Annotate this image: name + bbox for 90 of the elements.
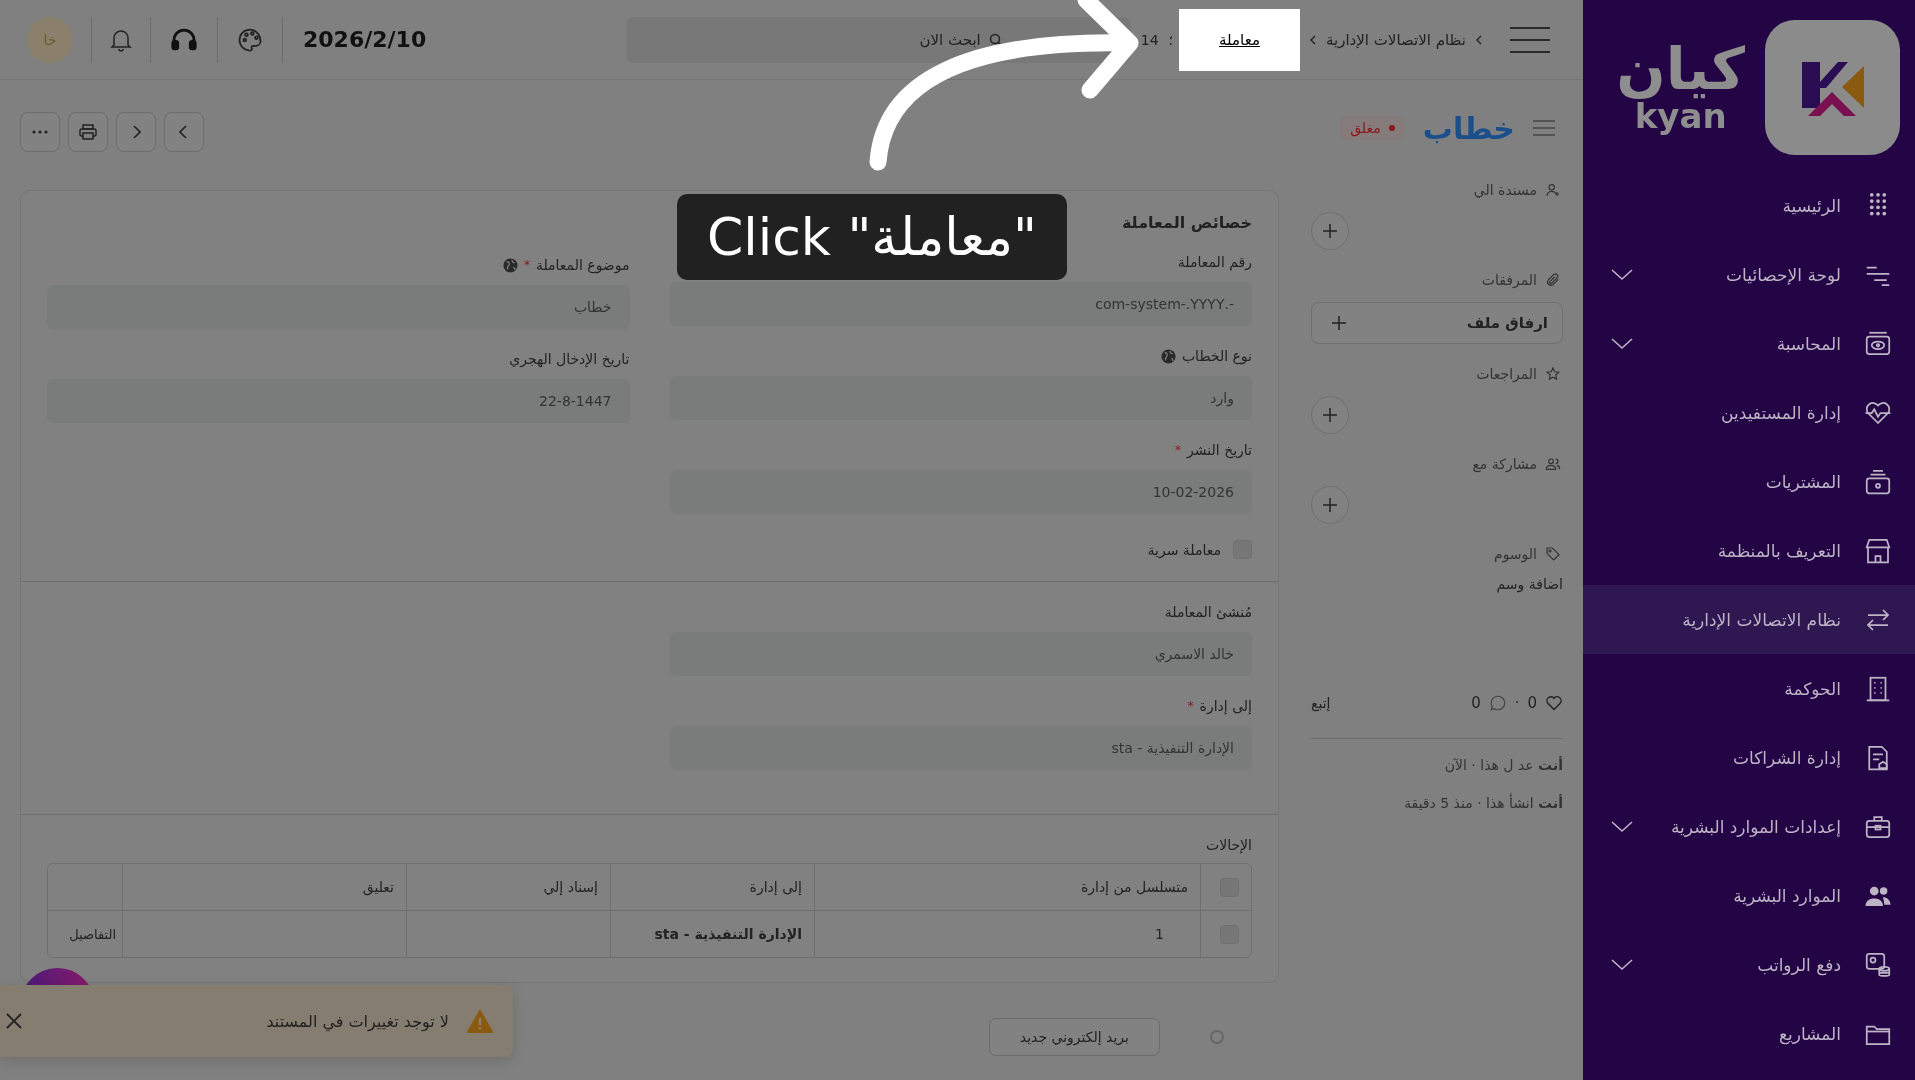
close-icon[interactable] (6, 1013, 22, 1029)
activity-entry: أنت عد ل هذا · الآن (1443, 757, 1563, 773)
paperclip-icon (1545, 272, 1561, 288)
separator-dot: · (1514, 694, 1520, 712)
sidebar-item[interactable]: نظام الاتصالات الإدارية (1583, 585, 1915, 654)
globe-icon (1160, 348, 1176, 364)
sidebar-item[interactable]: لوحة الإحصائيات (1583, 240, 1915, 309)
sidebar-item[interactable]: إدارة الشراكات (1583, 723, 1915, 792)
column-header: إلى إدارة (610, 864, 814, 910)
more-icon (32, 130, 48, 134)
sidebar-item[interactable]: إدارة المستفيدين (1583, 378, 1915, 447)
section-label: مشاركة مع (1472, 456, 1537, 472)
user-plus-icon (1545, 182, 1561, 198)
table-title: الإحالات (1205, 837, 1252, 853)
field-label: تاريخ الإدخال الهجري (509, 351, 630, 367)
field-label: تاريخ النشر (1187, 442, 1252, 458)
chevron-right-icon (131, 125, 141, 139)
chevron-left-icon (1476, 34, 1482, 45)
section-label: الوسوم (1493, 546, 1537, 562)
column-header: تعليق (122, 864, 406, 910)
timeline-dot (1210, 1030, 1224, 1044)
sidebar-item[interactable]: إعدادات الموارد البشرية (1583, 792, 1915, 861)
follow-link[interactable]: إتبع (1311, 695, 1331, 711)
required-mark: * (523, 258, 530, 272)
field-label: رقم المعاملة (1177, 254, 1252, 270)
add-button[interactable] (1311, 486, 1349, 524)
like-count: 0 (1527, 694, 1537, 712)
breadcrumb-separator: ؛ (1168, 31, 1174, 48)
plus-icon (1332, 316, 1346, 330)
sidebar-item[interactable]: دفع الرواتب (1583, 930, 1915, 999)
record-number: 14 (1140, 31, 1159, 48)
sidebar-item[interactable]: المشتريات (1583, 447, 1915, 516)
heart-icon[interactable] (1545, 695, 1563, 711)
toast-message: لا توجد تغييرات في المستند (266, 1011, 449, 1031)
new-email-button[interactable]: بريد إلكتروني جديد (988, 1018, 1160, 1056)
add-tag-link[interactable]: اضافة وسم (1496, 576, 1563, 592)
required-mark: * (1175, 443, 1182, 457)
bell-icon[interactable] (110, 27, 132, 52)
star-icon (1545, 366, 1561, 382)
plus-icon (1323, 224, 1337, 238)
logo-wordmark: كيان (1616, 39, 1745, 98)
next-button[interactable] (116, 112, 156, 152)
users-icon (1545, 456, 1561, 472)
attach-file-button[interactable]: ارفاق ملف (1311, 302, 1563, 344)
required-mark: * (1187, 699, 1194, 713)
sidebar-item[interactable]: التعريف بالمنظمة (1583, 516, 1915, 585)
date-text: 2026/2/10 (303, 27, 427, 52)
field-label: إلى إدارة (1199, 698, 1252, 714)
comment-icon[interactable] (1488, 694, 1507, 712)
sidebar-item[interactable]: الحوكمة (1583, 654, 1915, 723)
menu-icon[interactable] (1533, 120, 1555, 136)
field-label: موضوع المعاملة (535, 257, 630, 273)
breadcrumb-link[interactable]: معاملة (1179, 8, 1300, 71)
menu-icon[interactable] (1510, 26, 1550, 53)
sidebar-item[interactable]: المشاريع (1583, 999, 1915, 1068)
print-button[interactable] (68, 112, 108, 152)
field-label: مُنشئ المعاملة (1164, 604, 1252, 620)
table-cell: الإدارة التنفيذية - sta (610, 911, 814, 957)
section-label: المرفقات (1481, 272, 1537, 288)
checkbox-label: معاملة سرية (1147, 541, 1221, 558)
table-cell: 1 (814, 911, 1200, 957)
chevron-left-icon (179, 125, 189, 139)
column-header: متسلسل من إدارة (814, 864, 1200, 910)
field-label: نوع الخطاب (1181, 348, 1252, 364)
comment-count: 0 (1471, 694, 1481, 712)
column-header: إسناد إلي (406, 864, 610, 910)
activity-entry: أنت انشأ هذا · منذ 5 دقيقة (1403, 795, 1563, 811)
add-button[interactable] (1311, 396, 1349, 434)
section-title: خصائص المعاملة (1120, 213, 1252, 232)
section-label: مسندة الي (1473, 182, 1537, 198)
tutorial-tooltip: Click "معاملة" (677, 194, 1067, 280)
details-link[interactable]: التفاصيل (48, 911, 122, 957)
section-label: المراجعات (1476, 366, 1537, 382)
sidebar-item[interactable]: المحاسبة (1583, 309, 1915, 378)
warning-icon (467, 1009, 493, 1033)
previous-button[interactable] (164, 112, 204, 152)
globe-icon (502, 257, 518, 273)
logo-icon (1765, 20, 1900, 155)
tag-icon (1545, 546, 1561, 562)
document-title: خطاب (1422, 110, 1515, 146)
sidebar-item[interactable]: الرئيسية (1583, 171, 1915, 240)
status-badge: مغلق (1340, 116, 1405, 140)
plus-icon (1323, 498, 1337, 512)
breadcrumb-link[interactable]: نظام الاتصالات الإدارية (1325, 30, 1466, 49)
search-icon (988, 32, 1003, 47)
printer-icon (79, 124, 97, 140)
plus-icon (1323, 408, 1337, 422)
sidebar-item[interactable]: الموارد البشرية (1583, 861, 1915, 930)
add-button[interactable] (1311, 212, 1349, 250)
chevron-left-icon (1309, 34, 1316, 45)
